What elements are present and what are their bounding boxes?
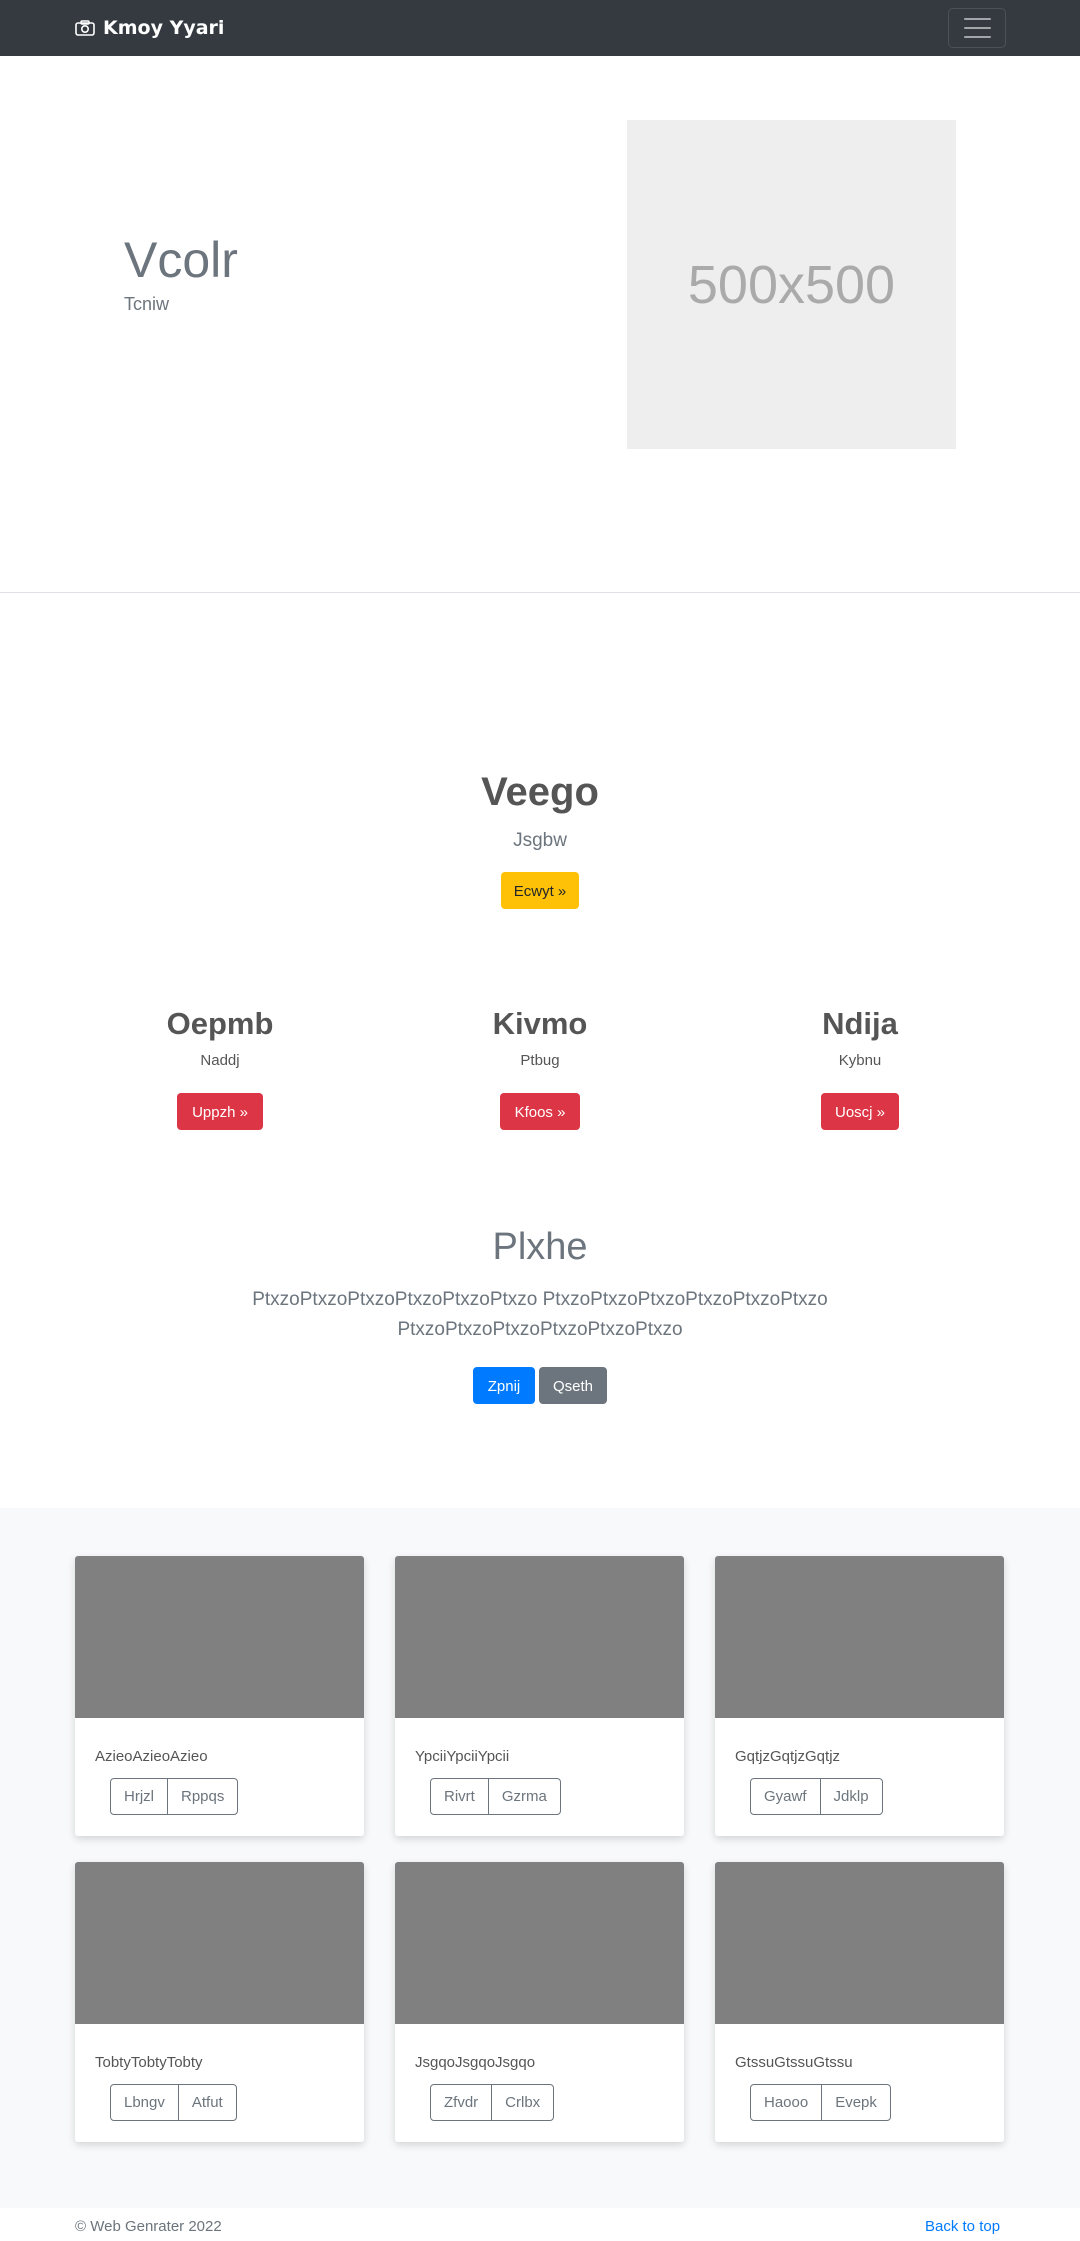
column-title: Oepmb: [166, 1006, 274, 1041]
column-subtitle: Kybnu: [838, 1052, 882, 1069]
card-button-group: Haooo Evepk: [750, 2084, 891, 2121]
hero-image-placeholder: 500x500: [627, 120, 956, 449]
card-text: TobtyTobtyTobty: [95, 2054, 203, 2071]
card: JsgqoJsgqoJsgqo Zfvdr Crlbx: [395, 1862, 684, 2142]
card-button-2[interactable]: Gzrma: [487, 1778, 561, 1815]
hero-image-label: 500x500: [687, 254, 896, 315]
feature-title: Veego: [481, 770, 599, 814]
card-button-2[interactable]: Jdklp: [819, 1778, 883, 1815]
card-button-1[interactable]: Rivrt: [430, 1778, 489, 1815]
back-to-top-link[interactable]: Back to top: [925, 2218, 1000, 2235]
navbar-toggler-button[interactable]: [948, 8, 1006, 48]
card: TobtyTobtyTobty Lbngv Atfut: [75, 1862, 364, 2142]
navbar: Kmoy Yyari: [0, 0, 1080, 56]
card: YpciiYpciiYpcii Rivrt Gzrma: [395, 1556, 684, 1836]
card-image: [395, 1862, 684, 2024]
column-title: Kivmo: [492, 1006, 588, 1041]
column-3-button[interactable]: Uoscj »: [821, 1093, 899, 1130]
hamburger-line: [963, 27, 991, 29]
jumbo-secondary-button[interactable]: Qseth: [539, 1367, 607, 1404]
camera-icon: [75, 20, 95, 36]
hero-subtitle: Tcniw: [124, 294, 170, 314]
brand-name: Kmoy Yyari: [103, 17, 225, 39]
column-2: Kivmo Ptbug: [390, 1006, 690, 1069]
card-text: GtssuGtssuGtssu: [735, 2054, 853, 2071]
album-section: AzieoAzieoAzieo Hrjzl Rppqs YpciiYpciiYp…: [0, 1508, 1080, 2208]
jumbo-title: Plxhe: [492, 1226, 588, 1268]
column-1: Oepmb Naddj: [70, 1006, 370, 1069]
column-title: Ndija: [822, 1006, 898, 1041]
column-3: Ndija Kybnu: [710, 1006, 1010, 1069]
card-button-group: Lbngv Atfut: [110, 2084, 237, 2121]
column-subtitle: Ptbug: [520, 1052, 560, 1069]
hamburger-line: [963, 36, 991, 38]
card-button-2[interactable]: Crlbx: [491, 2084, 555, 2121]
card-image: [395, 1556, 684, 1718]
hero-title: Vcolr: [124, 232, 238, 288]
card-image: [715, 1862, 1004, 2024]
footer-copyright: © Web Genrater 2022: [75, 2218, 222, 2235]
card: AzieoAzieoAzieo Hrjzl Rppqs: [75, 1556, 364, 1836]
feature-subtitle: Jsgbw: [513, 830, 567, 851]
card-button-2[interactable]: Evepk: [821, 2084, 891, 2121]
hamburger-menu-icon: [963, 18, 991, 20]
card-button-1[interactable]: Lbngv: [110, 2084, 179, 2121]
hero-section: Vcolr Tcniw 500x500: [0, 56, 1080, 593]
card-button-2[interactable]: Atfut: [177, 2084, 237, 2121]
card-button-group: Hrjzl Rppqs: [110, 1778, 239, 1815]
jumbo-text: PtxzoPtxzoPtxzoPtxzoPtxzoPtxzo PtxzoPtxz…: [252, 1289, 828, 1340]
card-button-1[interactable]: Haooo: [750, 2084, 823, 2121]
column-1-button[interactable]: Uppzh »: [177, 1093, 263, 1130]
jumbo-primary-button[interactable]: Zpnij: [473, 1367, 535, 1404]
brand-link[interactable]: Kmoy Yyari: [75, 14, 224, 42]
card-button-1[interactable]: Zfvdr: [430, 2084, 493, 2121]
card-text: JsgqoJsgqoJsgqo: [415, 2054, 536, 2071]
feature-button[interactable]: Ecwyt »: [501, 872, 579, 909]
card-image: [75, 1556, 364, 1718]
card-button-1[interactable]: Gyawf: [750, 1778, 821, 1815]
card-button-1[interactable]: Hrjzl: [110, 1778, 168, 1815]
card-text: YpciiYpciiYpcii: [415, 1748, 510, 1765]
card-image: [715, 1556, 1004, 1718]
card-text: GqtjzGqtjzGqtjz: [735, 1748, 841, 1765]
card-image: [75, 1862, 364, 2024]
card-button-group: Gyawf Jdklp: [750, 1778, 883, 1815]
column-2-button[interactable]: Kfoos »: [500, 1093, 580, 1130]
card-text: AzieoAzieoAzieo: [95, 1748, 208, 1765]
card: GqtjzGqtjzGqtjz Gyawf Jdklp: [715, 1556, 1004, 1836]
card-button-2[interactable]: Rppqs: [167, 1778, 239, 1815]
card-button-group: Rivrt Gzrma: [430, 1778, 561, 1815]
column-subtitle: Naddj: [200, 1052, 240, 1069]
card-button-group: Zfvdr Crlbx: [430, 2084, 555, 2121]
card: GtssuGtssuGtssu Haooo Evepk: [715, 1862, 1004, 2142]
